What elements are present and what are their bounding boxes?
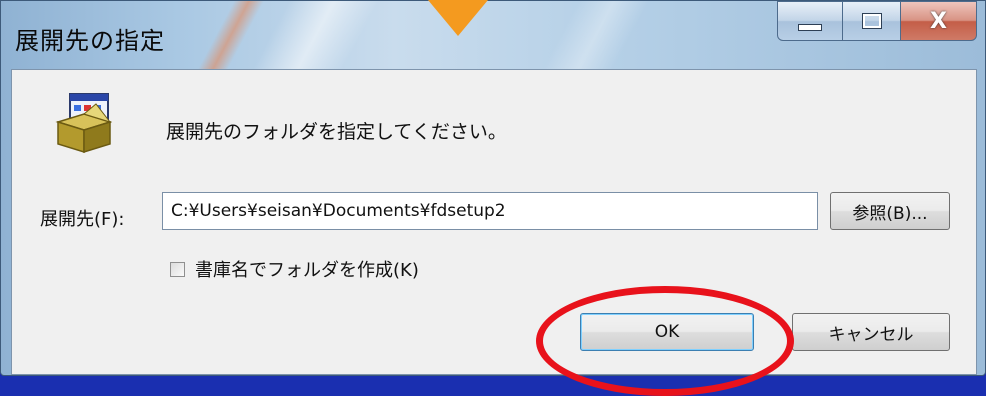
minimize-button[interactable] [777,1,843,41]
annotation-highlight-ring [536,286,794,396]
instruction-text: 展開先のフォルダを指定してください。 [166,121,507,143]
caption-buttons: X [777,1,977,43]
aero-glass-streak [197,1,265,69]
maximize-icon [861,13,882,29]
destination-path-input[interactable]: C:¥Users¥seisan¥Documents¥fdsetup2 [162,192,818,230]
create-folder-option[interactable]: 書庫名でフォルダを作成(K) [170,256,419,282]
browse-button[interactable]: 参照(B)... [830,192,950,230]
destination-label: 展開先(F): [40,209,125,230]
create-folder-checkbox[interactable] [170,261,185,277]
aero-glass-streak [252,1,380,69]
annotation-arrow [428,0,488,36]
minimize-icon [798,23,822,31]
cancel-button[interactable]: キャンセル [792,313,950,351]
window-title: 展開先の指定 [15,27,165,55]
close-icon: X [930,8,947,34]
maximize-button[interactable] [843,1,901,41]
create-folder-label: 書庫名でフォルダを作成(K) [195,260,419,281]
close-button[interactable]: X [901,1,977,41]
aero-glass-streak [542,1,650,69]
installer-box-icon [55,93,112,154]
